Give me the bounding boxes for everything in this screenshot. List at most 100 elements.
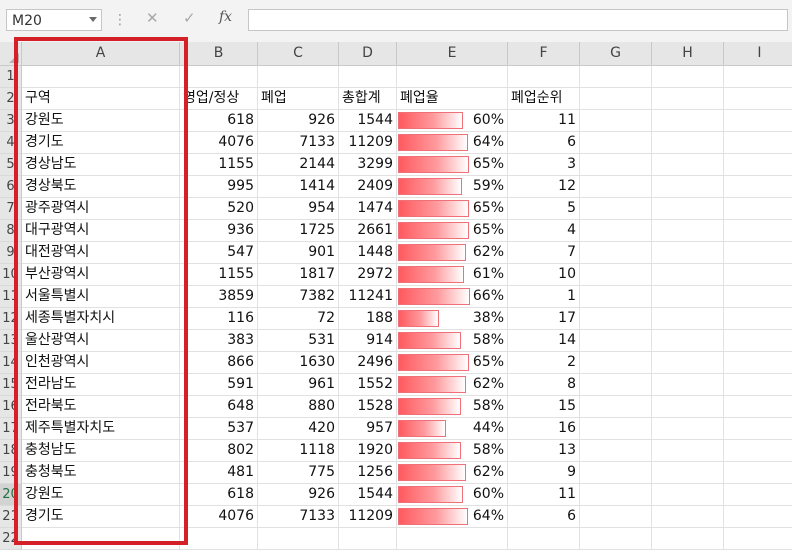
cell-a2[interactable]: 구역 — [22, 88, 180, 110]
cell-f14[interactable]: 2 — [508, 352, 580, 374]
cell-e15[interactable]: 62% — [397, 374, 508, 396]
column-header-b[interactable]: B — [180, 42, 258, 66]
cell-b15[interactable]: 591 — [180, 374, 258, 396]
cell-g1[interactable] — [580, 66, 652, 88]
row-header-12[interactable]: 12 — [0, 308, 22, 330]
cell-i18[interactable] — [724, 440, 792, 462]
cell-h14[interactable] — [652, 352, 724, 374]
cell-d19[interactable]: 1256 — [339, 462, 397, 484]
cell-d15[interactable]: 1552 — [339, 374, 397, 396]
cell-h6[interactable] — [652, 176, 724, 198]
cell-d6[interactable]: 2409 — [339, 176, 397, 198]
cell-d9[interactable]: 1448 — [339, 242, 397, 264]
cell-h17[interactable] — [652, 418, 724, 440]
cell-a16[interactable]: 전라북도 — [22, 396, 180, 418]
cell-c2[interactable]: 폐업 — [258, 88, 339, 110]
cell-e19[interactable]: 62% — [397, 462, 508, 484]
cell-a13[interactable]: 울산광역시 — [22, 330, 180, 352]
row-header-5[interactable]: 5 — [0, 154, 22, 176]
cell-a11[interactable]: 서울특별시 — [22, 286, 180, 308]
cell-a4[interactable]: 경기도 — [22, 132, 180, 154]
column-header-g[interactable]: G — [580, 42, 652, 66]
cell-c12[interactable]: 72 — [258, 308, 339, 330]
cell-h11[interactable] — [652, 286, 724, 308]
cell-i5[interactable] — [724, 154, 792, 176]
cell-a17[interactable]: 제주특별자치도 — [22, 418, 180, 440]
cell-a12[interactable]: 세종특별자치시 — [22, 308, 180, 330]
cell-g9[interactable] — [580, 242, 652, 264]
column-header-e[interactable]: E — [397, 42, 508, 66]
cell-g18[interactable] — [580, 440, 652, 462]
cell-i2[interactable] — [724, 88, 792, 110]
enter-icon[interactable]: ✓ — [183, 9, 196, 27]
cell-i16[interactable] — [724, 396, 792, 418]
cell-h7[interactable] — [652, 198, 724, 220]
cell-c7[interactable]: 954 — [258, 198, 339, 220]
cell-h13[interactable] — [652, 330, 724, 352]
cell-e4[interactable]: 64% — [397, 132, 508, 154]
row-header-6[interactable]: 6 — [0, 176, 22, 198]
row-header-1[interactable]: 1 — [0, 66, 22, 88]
cell-e1[interactable] — [397, 66, 508, 88]
cell-i17[interactable] — [724, 418, 792, 440]
cell-d22[interactable] — [339, 528, 397, 550]
cell-e7[interactable]: 65% — [397, 198, 508, 220]
formula-input[interactable] — [248, 9, 788, 31]
cell-f4[interactable]: 6 — [508, 132, 580, 154]
cell-c16[interactable]: 880 — [258, 396, 339, 418]
cell-a8[interactable]: 대구광역시 — [22, 220, 180, 242]
cell-d20[interactable]: 1544 — [339, 484, 397, 506]
cell-d3[interactable]: 1544 — [339, 110, 397, 132]
row-header-22[interactable]: 22 — [0, 528, 22, 550]
cell-g17[interactable] — [580, 418, 652, 440]
cell-g13[interactable] — [580, 330, 652, 352]
cell-h3[interactable] — [652, 110, 724, 132]
cell-c13[interactable]: 531 — [258, 330, 339, 352]
cell-f17[interactable]: 16 — [508, 418, 580, 440]
cell-e9[interactable]: 62% — [397, 242, 508, 264]
cell-g14[interactable] — [580, 352, 652, 374]
cell-f15[interactable]: 8 — [508, 374, 580, 396]
cell-i19[interactable] — [724, 462, 792, 484]
row-header-11[interactable]: 11 — [0, 286, 22, 308]
cell-h20[interactable] — [652, 484, 724, 506]
cell-g8[interactable] — [580, 220, 652, 242]
cell-d21[interactable]: 11209 — [339, 506, 397, 528]
cell-c3[interactable]: 926 — [258, 110, 339, 132]
cell-h21[interactable] — [652, 506, 724, 528]
cell-c15[interactable]: 961 — [258, 374, 339, 396]
cell-a5[interactable]: 경상남도 — [22, 154, 180, 176]
row-header-3[interactable]: 3 — [0, 110, 22, 132]
cell-e16[interactable]: 58% — [397, 396, 508, 418]
chevron-down-icon[interactable] — [89, 17, 97, 22]
cell-c22[interactable] — [258, 528, 339, 550]
cell-g10[interactable] — [580, 264, 652, 286]
cell-h1[interactable] — [652, 66, 724, 88]
cell-b13[interactable]: 383 — [180, 330, 258, 352]
cell-d7[interactable]: 1474 — [339, 198, 397, 220]
cell-g20[interactable] — [580, 484, 652, 506]
cell-d8[interactable]: 2661 — [339, 220, 397, 242]
cell-g2[interactable] — [580, 88, 652, 110]
cell-b9[interactable]: 547 — [180, 242, 258, 264]
column-header-c[interactable]: C — [258, 42, 339, 66]
cell-d11[interactable]: 11241 — [339, 286, 397, 308]
cell-e2[interactable]: 폐업율 — [397, 88, 508, 110]
cell-g21[interactable] — [580, 506, 652, 528]
column-header-i[interactable]: I — [724, 42, 792, 66]
row-header-18[interactable]: 18 — [0, 440, 22, 462]
cell-e12[interactable]: 38% — [397, 308, 508, 330]
insert-function-icon[interactable]: fx — [219, 9, 232, 25]
cell-a20[interactable]: 강원도 — [22, 484, 180, 506]
cell-g11[interactable] — [580, 286, 652, 308]
column-header-f[interactable]: F — [508, 42, 580, 66]
cell-d17[interactable]: 957 — [339, 418, 397, 440]
cell-c9[interactable]: 901 — [258, 242, 339, 264]
cell-f10[interactable]: 10 — [508, 264, 580, 286]
cell-f12[interactable]: 17 — [508, 308, 580, 330]
cell-f6[interactable]: 12 — [508, 176, 580, 198]
cell-g3[interactable] — [580, 110, 652, 132]
cell-g16[interactable] — [580, 396, 652, 418]
cell-b3[interactable]: 618 — [180, 110, 258, 132]
cell-i15[interactable] — [724, 374, 792, 396]
